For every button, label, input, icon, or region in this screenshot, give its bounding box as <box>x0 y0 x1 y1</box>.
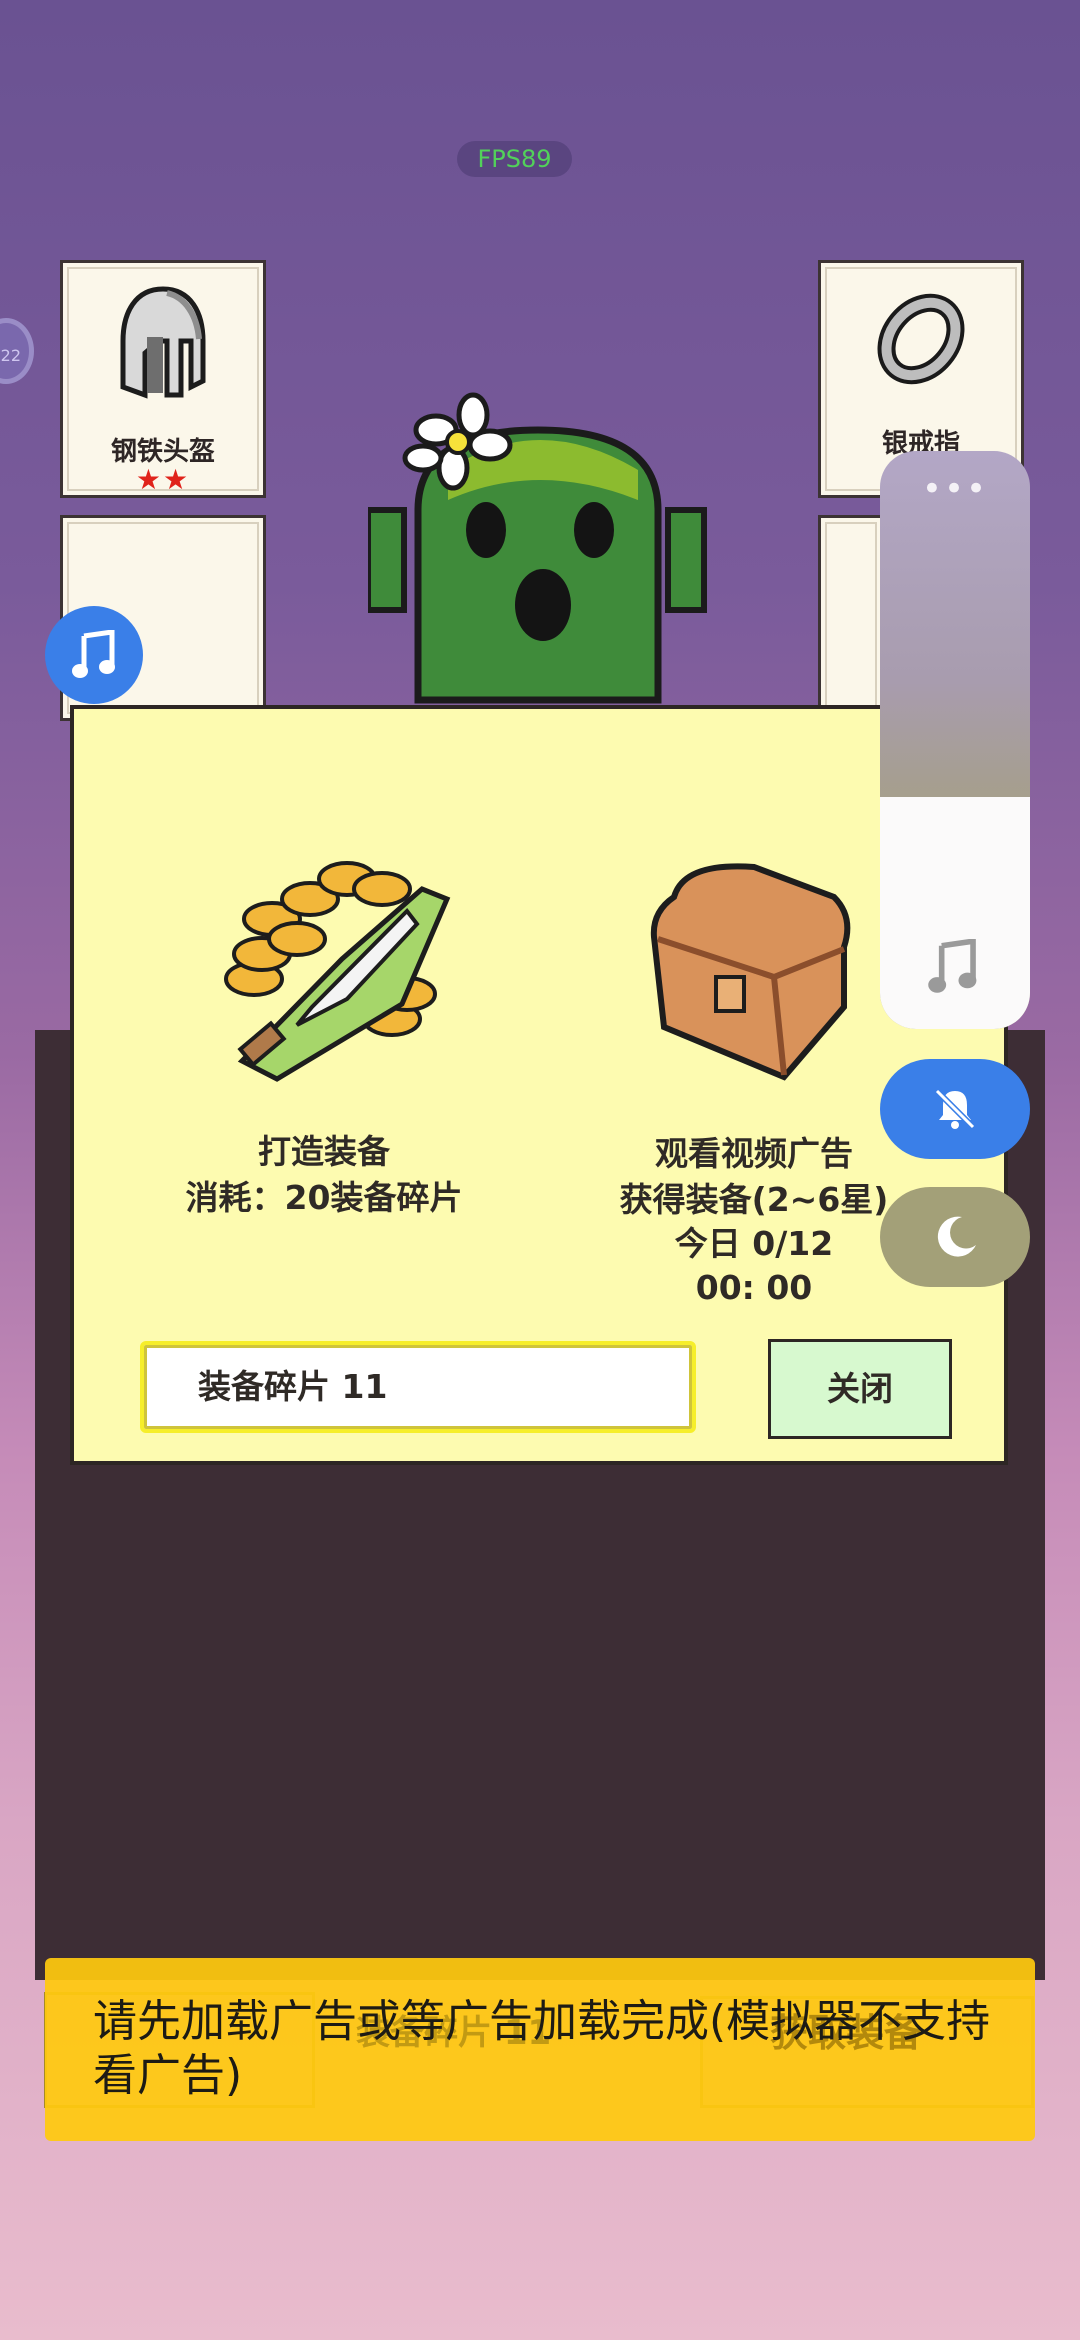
ad-reward: 获得装备(2~6星) <box>619 1180 889 1219</box>
equip-slot-empty-right[interactable] <box>818 515 884 721</box>
more-dots-icon[interactable]: ••• <box>880 469 1030 509</box>
ad-today-count: 今日 0/12 <box>674 1224 834 1263</box>
edge-float-bubble[interactable]: 22 <box>0 318 34 384</box>
craft-cost: 消耗：20装备碎片 <box>185 1178 463 1217</box>
music-note-icon <box>72 630 115 678</box>
volume-slider-panel[interactable]: ••• <box>880 451 1030 1029</box>
helmet-icon <box>120 286 206 399</box>
bell-mute-icon <box>934 1088 976 1130</box>
toast-message: 请先加载广告或等广告加载完成(模拟器不支持看广告) <box>93 1996 991 2101</box>
ring-icon <box>877 293 965 385</box>
music-note-icon <box>928 939 977 993</box>
cactus-monster-icon <box>368 392 707 704</box>
mute-toggle-button[interactable] <box>880 1059 1030 1159</box>
sword-coins-icon[interactable] <box>202 829 462 1089</box>
fps-indicator: FPS89 <box>457 141 572 177</box>
moon-icon <box>937 1216 976 1257</box>
equipment-shards-counter: 装备碎片 11 <box>140 1341 696 1433</box>
equip-slot-helmet[interactable]: 钢铁头盔 ★★ <box>60 260 266 498</box>
ad-title: 观看视频广告 <box>655 1134 853 1173</box>
craft-equipment-dialog: 打造装备 消耗：20装备碎片 观看视频广告 获得装备(2~6星) 今日 0/12… <box>70 705 1008 1465</box>
music-float-button[interactable] <box>45 606 143 704</box>
helmet-stars: ★★ <box>135 463 191 496</box>
close-button[interactable]: 关闭 <box>768 1339 952 1439</box>
ad-timer: 00: 00 <box>695 1268 813 1307</box>
night-mode-button[interactable] <box>880 1187 1030 1287</box>
treasure-chest-icon[interactable] <box>644 857 869 1087</box>
craft-title: 打造装备 <box>258 1132 390 1171</box>
